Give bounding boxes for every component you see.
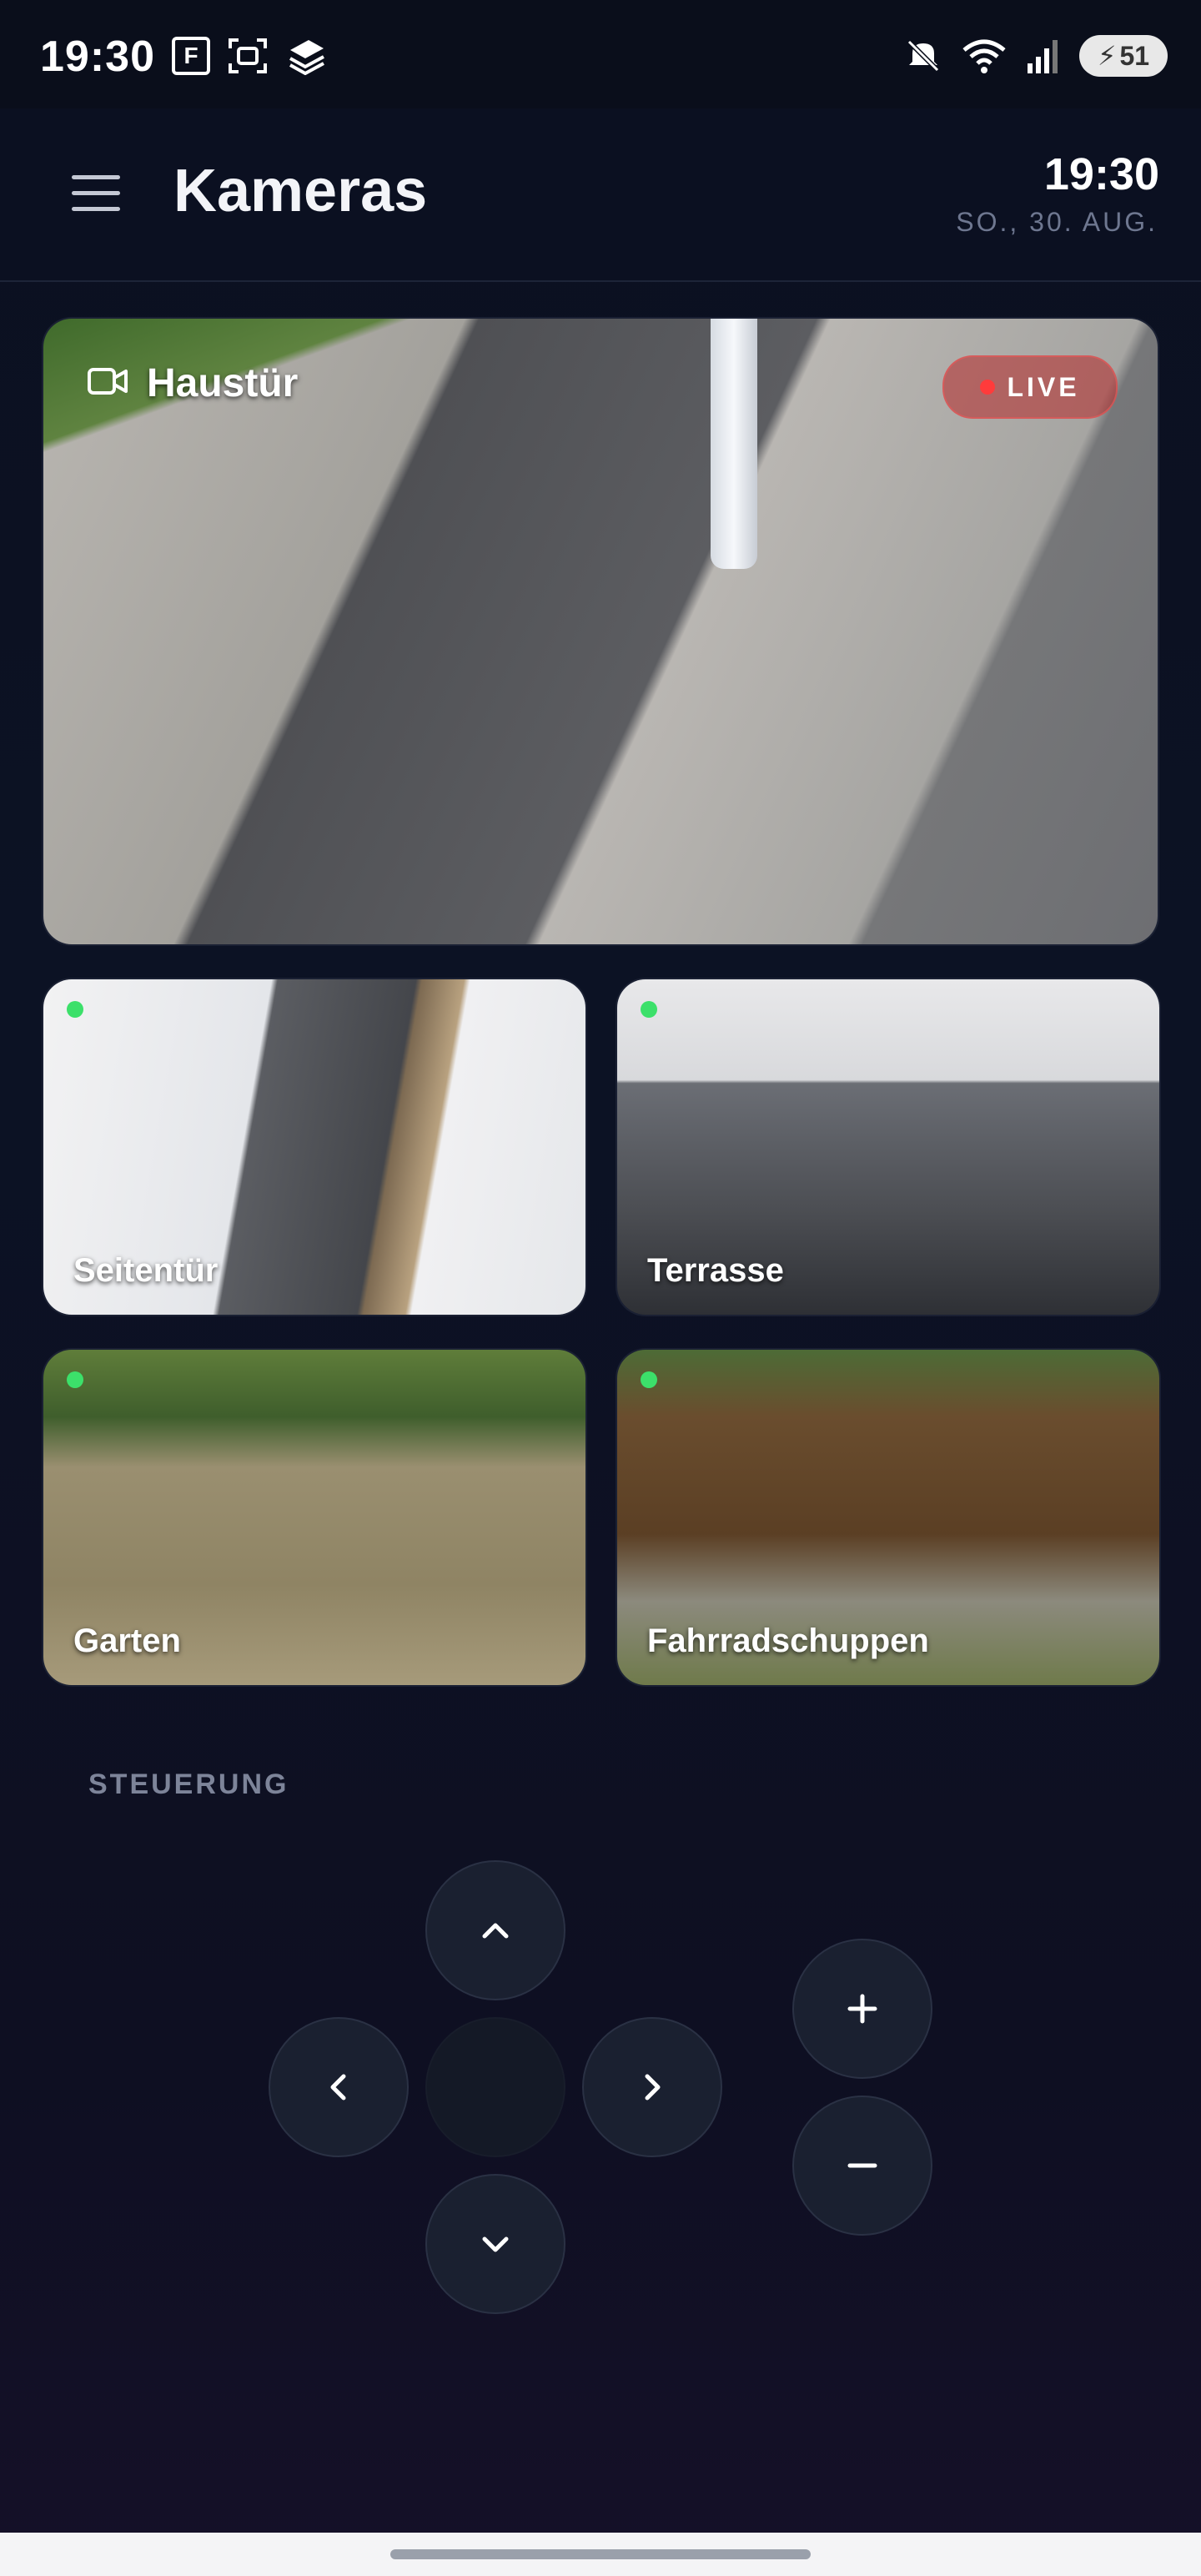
camera-scene-pillar bbox=[711, 319, 757, 569]
pan-right-button[interactable] bbox=[582, 2017, 722, 2157]
camera-name: Fahrradschuppen bbox=[647, 1623, 929, 1659]
page-title: Kameras bbox=[173, 158, 428, 224]
camera-name: Garten bbox=[73, 1623, 181, 1659]
zoom-out-button[interactable] bbox=[792, 2096, 932, 2236]
camera-name-main: Haustür bbox=[147, 361, 299, 405]
online-status-dot bbox=[641, 1001, 657, 1018]
online-status-dot bbox=[67, 1371, 83, 1388]
chevron-up-icon bbox=[482, 1923, 509, 1939]
status-bar: 19:30 F ⚡ 51 bbox=[0, 0, 1201, 108]
status-notification-icons: F bbox=[172, 37, 327, 75]
battery-level: 51 bbox=[1119, 40, 1150, 71]
camera-tile-seitentuer[interactable]: Seitentür bbox=[43, 979, 585, 1315]
mute-icon bbox=[907, 39, 940, 73]
header-date: SO., 30. AUG. bbox=[956, 207, 1158, 237]
camera-name: Terrasse bbox=[647, 1252, 784, 1289]
online-status-dot bbox=[67, 1001, 83, 1018]
live-badge-label: LIVE bbox=[1007, 371, 1080, 402]
video-camera-icon bbox=[88, 368, 128, 395]
online-status-dot bbox=[641, 1371, 657, 1388]
camera-name: Seitentür bbox=[73, 1252, 219, 1289]
signal-icon bbox=[1028, 40, 1058, 73]
stacked-app-icon bbox=[289, 40, 324, 75]
home-indicator[interactable] bbox=[390, 2549, 811, 2559]
pan-down-button[interactable] bbox=[425, 2174, 565, 2314]
hamburger-menu-icon[interactable] bbox=[72, 175, 120, 214]
app-bar: Kameras 19:30 SO., 30. AUG. bbox=[0, 108, 1201, 282]
header-clock: 19:30 bbox=[1043, 149, 1159, 199]
camera-tile-terrasse[interactable]: Terrasse bbox=[617, 979, 1159, 1315]
minus-icon bbox=[847, 2163, 877, 2168]
wifi-icon bbox=[962, 39, 1006, 73]
camera-tile-fahrradschuppen[interactable]: Fahrradschuppen bbox=[617, 1350, 1159, 1685]
camera-tile-main[interactable]: Haustür LIVE bbox=[43, 319, 1158, 944]
pan-center-button[interactable] bbox=[425, 2017, 565, 2157]
chevron-down-icon bbox=[482, 2236, 509, 2252]
f-app-icon: F bbox=[172, 37, 210, 75]
image-scan-icon bbox=[229, 38, 267, 73]
battery-icon: ⚡ bbox=[1097, 41, 1117, 71]
camera-tile-garten[interactable]: Garten bbox=[43, 1350, 585, 1685]
status-system-icons: ⚡ 51 bbox=[904, 35, 1168, 77]
pan-up-button[interactable] bbox=[425, 1860, 565, 2000]
live-badge: LIVE bbox=[942, 355, 1118, 419]
battery-indicator: ⚡ 51 bbox=[1079, 35, 1168, 77]
controls-section-title: STEUERUNG bbox=[88, 1768, 289, 1800]
live-dot-icon bbox=[980, 380, 996, 395]
plus-icon bbox=[847, 1994, 877, 2024]
zoom-in-button[interactable] bbox=[792, 1939, 932, 2079]
pan-left-button[interactable] bbox=[269, 2017, 409, 2157]
chevron-left-icon bbox=[330, 2074, 346, 2101]
chevron-right-icon bbox=[645, 2074, 661, 2101]
status-time: 19:30 bbox=[40, 33, 155, 81]
